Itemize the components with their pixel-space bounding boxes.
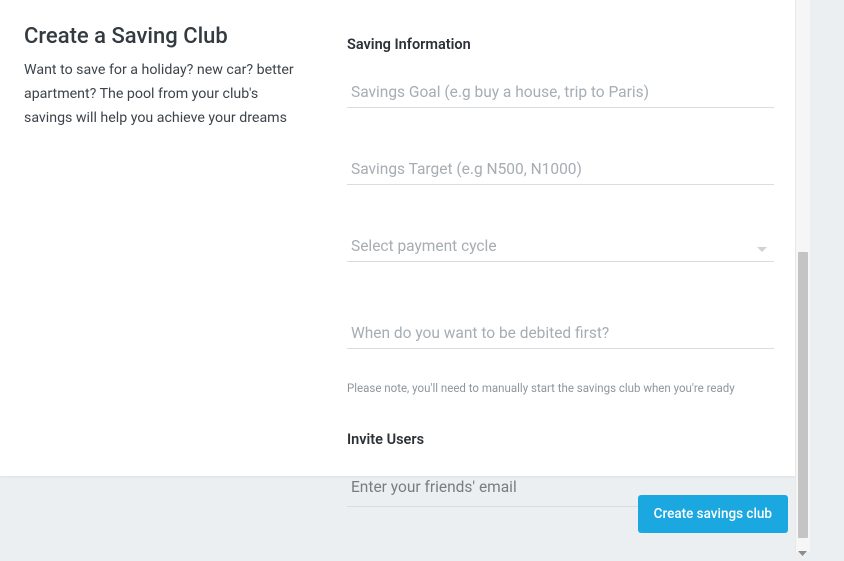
create-saving-club-modal: Create a Saving Club Want to save for a … bbox=[0, 0, 800, 476]
create-savings-club-button[interactable]: Create savings club bbox=[638, 495, 788, 533]
form-column: Saving Information Select payment cycle … bbox=[325, 0, 800, 476]
scrollbar-track[interactable] bbox=[795, 0, 810, 552]
savings-target-input[interactable] bbox=[347, 156, 774, 185]
scrollbar-thumb[interactable] bbox=[798, 252, 808, 538]
page-title: Create a Saving Club bbox=[24, 24, 301, 49]
debit-date-field bbox=[347, 320, 774, 349]
payment-cycle-placeholder: Select payment cycle bbox=[347, 233, 774, 262]
intro-column: Create a Saving Club Want to save for a … bbox=[0, 0, 325, 476]
saving-info-heading: Saving Information bbox=[347, 36, 774, 53]
invite-users-heading: Invite Users bbox=[347, 431, 774, 448]
footer-bar: Create savings club bbox=[0, 476, 800, 552]
savings-goal-input[interactable] bbox=[347, 79, 774, 108]
payment-cycle-select[interactable]: Select payment cycle bbox=[347, 233, 774, 262]
start-note: Please note, you'll need to manually sta… bbox=[347, 381, 774, 395]
savings-goal-field bbox=[347, 79, 774, 108]
scroll-down-icon[interactable] bbox=[798, 542, 807, 548]
page-description: Want to save for a holiday? new car? bet… bbox=[24, 59, 301, 131]
chevron-down-icon bbox=[756, 239, 768, 258]
page-container: Create a Saving Club Want to save for a … bbox=[0, 0, 810, 552]
debit-date-input[interactable] bbox=[347, 320, 774, 349]
savings-target-field bbox=[347, 156, 774, 185]
